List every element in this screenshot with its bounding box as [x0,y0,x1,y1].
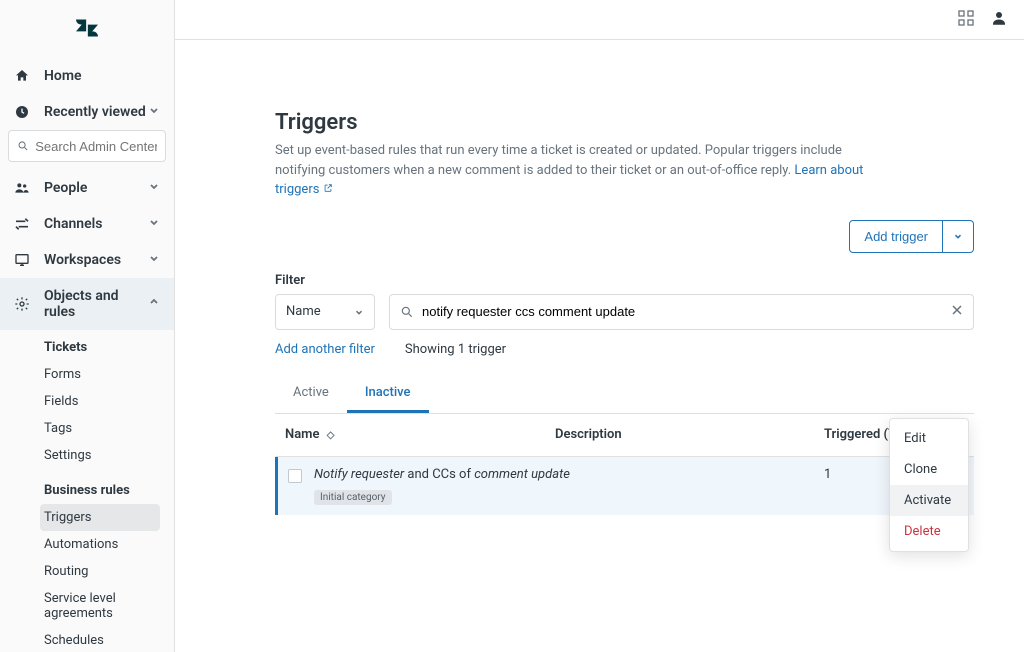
user-icon[interactable] [990,9,1008,31]
sidebar-section-rules: Business rules Triggers Automations Rout… [0,473,174,652]
col-name-text: Name [285,427,319,442]
sub-link-settings[interactable]: Settings [40,442,160,469]
row-context-menu: Edit Clone Activate Delete [889,418,969,552]
add-filter-link[interactable]: Add another filter [275,342,375,357]
main-content: Triggers Set up event-based rules that r… [175,40,1024,652]
showing-count: Showing 1 trigger [405,342,506,357]
sidebar: Home Recently viewed People Channels Wor… [0,0,175,652]
row-checkbox[interactable] [288,469,302,483]
nav-workspaces[interactable]: Workspaces [0,242,174,278]
apps-grid-icon[interactable] [958,10,974,30]
sub-header-rules: Business rules [44,483,160,498]
nav-people[interactable]: People [0,170,174,206]
chevron-down-icon [148,104,160,120]
clear-filter-icon[interactable] [951,304,963,320]
sub-header-tickets: Tickets [44,340,160,355]
search-admin-input[interactable] [8,130,166,162]
sub-link-triggers[interactable]: Triggers [40,504,160,531]
chevron-down-icon [148,216,160,232]
col-desc-header: Description [555,427,824,442]
sub-link-routing[interactable]: Routing [40,558,160,585]
search-icon [400,305,414,319]
chevron-down-icon [148,180,160,196]
trigger-name: Notify requester and CCs of comment upda… [314,467,572,482]
page-desc-text: Set up event-based rules that run every … [275,143,842,178]
tab-active[interactable]: Active [275,375,347,413]
nav-channels[interactable]: Channels [0,206,174,242]
menu-delete[interactable]: Delete [890,516,968,547]
nav-channels-label: Channels [44,216,103,232]
sub-link-forms[interactable]: Forms [40,361,160,388]
nav-home-label: Home [44,68,82,84]
filter-input[interactable] [422,304,943,319]
zendesk-logo [0,8,174,48]
page-description: Set up event-based rules that run every … [275,141,875,200]
chevron-up-icon [148,296,160,312]
sub-link-tags[interactable]: Tags [40,415,160,442]
chevron-down-icon [148,252,160,268]
filter-label: Filter [275,273,974,288]
filter-input-wrap [389,294,974,330]
nav-objects-label: Objects and rules [44,288,148,320]
table-header: Name ◇ Description Triggered (7d) [275,414,974,457]
sort-icon: ◇ [327,430,335,441]
menu-activate[interactable]: Activate [890,485,968,516]
sub-link-automations[interactable]: Automations [40,531,160,558]
filter-field-select[interactable]: Name [275,294,375,330]
search-field[interactable] [35,139,157,154]
sub-link-schedules[interactable]: Schedules [40,627,160,652]
nav-recent-label: Recently viewed [44,104,146,120]
nav-home[interactable]: Home [0,58,174,94]
nav-objects-rules[interactable]: Objects and rules [0,278,174,330]
sidebar-section-tickets: Tickets Forms Fields Tags Settings [0,330,174,473]
nav-people-label: People [44,180,87,196]
trigger-category-tag: Initial category [314,490,392,505]
page-title: Triggers [275,110,974,135]
add-trigger-caret[interactable] [943,220,974,253]
menu-edit[interactable]: Edit [890,423,968,454]
col-name-header[interactable]: Name ◇ [285,427,555,442]
trigger-row[interactable]: Notify requester and CCs of comment upda… [275,457,974,515]
tab-inactive[interactable]: Inactive [347,375,429,413]
sub-link-fields[interactable]: Fields [40,388,160,415]
filter-select-value: Name [286,304,321,319]
nav-recently-viewed[interactable]: Recently viewed [0,94,174,130]
add-trigger-button[interactable]: Add trigger [849,220,943,253]
add-trigger-group: Add trigger [849,220,974,253]
nav-workspaces-label: Workspaces [44,252,121,268]
tabs: Active Inactive [275,375,974,414]
menu-clone[interactable]: Clone [890,454,968,485]
sub-link-sla[interactable]: Service level agreements [40,585,160,627]
chevron-down-icon [354,307,364,317]
